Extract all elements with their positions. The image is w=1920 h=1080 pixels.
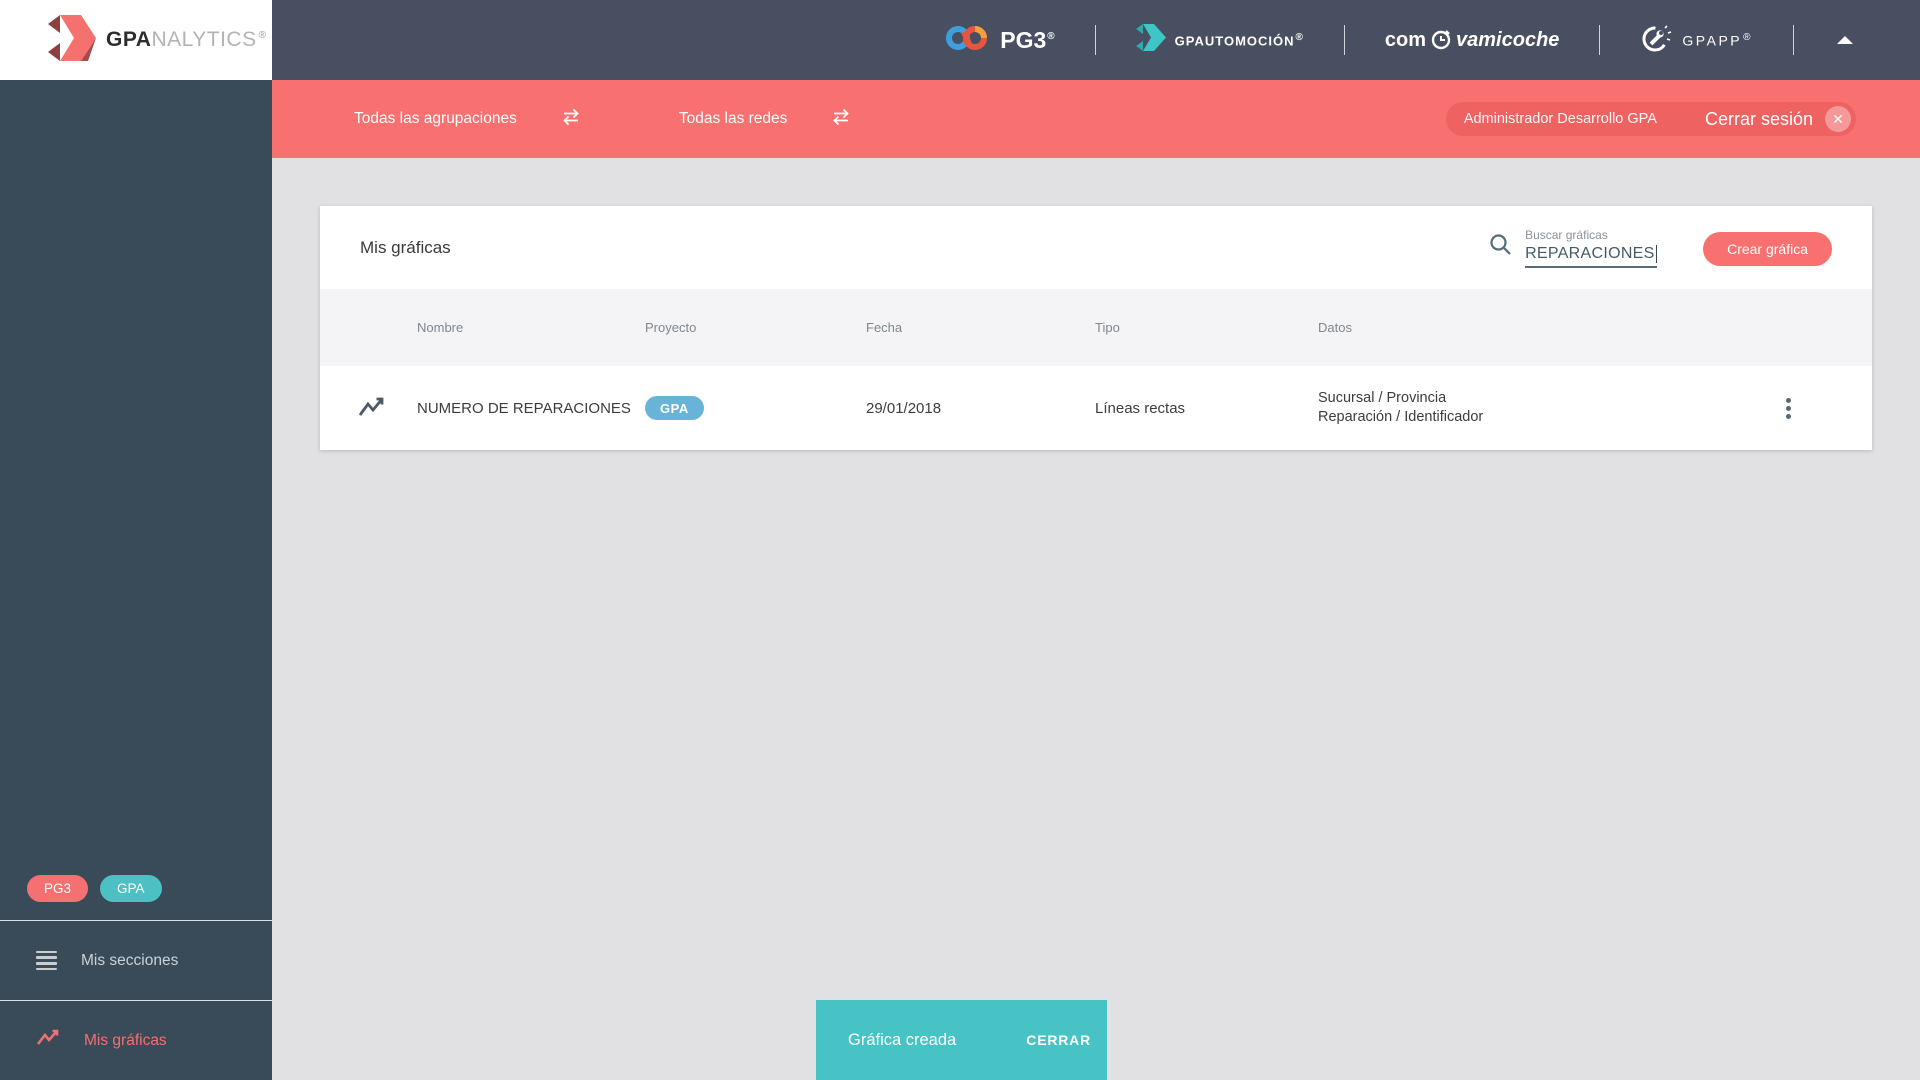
comprova-prefix: com — [1384, 28, 1427, 51]
table-row[interactable]: NUMERO DE REPARACIONES GPA 29/01/2018 Lí… — [320, 366, 1872, 450]
column-proyecto: Proyecto — [645, 320, 697, 335]
card-header: Mis gráficas Buscar gráficas REPARACIONE… — [320, 206, 1872, 289]
page-title: Mis gráficas — [360, 237, 451, 257]
badge-pg3[interactable]: PG3 — [27, 875, 89, 902]
gpautomocion-arrow-icon — [1135, 24, 1166, 56]
gpautomocion-label: GPAUTOMOCIÓN® — [1174, 31, 1304, 49]
column-fecha: Fecha — [866, 320, 903, 335]
sidebar-badges: PG3 GPA — [27, 875, 162, 902]
sidebar-item-label: Mis secciones — [81, 951, 179, 969]
sidebar-item-mis-graficas[interactable]: Mis gráficas — [0, 1000, 272, 1080]
groupings-label: Todas las agrupaciones — [354, 110, 517, 127]
comprova-suffix: vamicoche — [1456, 28, 1560, 51]
snackbar: Gráfica creada CERRAR — [816, 1000, 1107, 1080]
networks-filter[interactable]: Todas las redes — [679, 107, 854, 132]
user-name: Administrador Desarrollo GPA — [1463, 111, 1657, 127]
pg3-logo: PG3® — [944, 23, 1055, 58]
logout-button[interactable]: Cerrar sesión — [1705, 109, 1813, 130]
snackbar-message: Gráfica creada — [848, 1030, 957, 1049]
header-divider — [1599, 25, 1601, 55]
text-cursor — [1655, 244, 1658, 263]
column-tipo: Tipo — [1095, 320, 1120, 335]
header-divider — [1094, 25, 1096, 55]
card-header-actions: Buscar gráficas REPARACIONES Crear gráfi… — [1488, 228, 1832, 268]
groupings-filter[interactable]: Todas las agrupaciones — [354, 107, 583, 132]
list-icon — [36, 950, 57, 971]
gpanalytics-arrow-icon — [48, 14, 96, 66]
app-root: PG3® GPAUTOMOCIÓN® com vamicoche GPAPP® … — [0, 0, 1920, 1080]
cell-proyecto: GPA — [645, 396, 866, 420]
header-divider — [1793, 25, 1794, 55]
cell-actions — [1700, 397, 1872, 419]
datos-line-2: Reparación / Identificador — [1318, 409, 1484, 425]
collapse-header-button[interactable] — [1834, 32, 1856, 48]
column-nombre: Nombre — [417, 320, 464, 335]
badge-gpa[interactable]: GPA — [100, 875, 162, 902]
table-header: Nombre Proyecto Fecha Tipo Datos — [320, 289, 1872, 366]
datos-line-1: Sucursal / Provincia — [1318, 390, 1447, 406]
search-field-label: Buscar gráficas — [1525, 227, 1608, 242]
header-divider — [1343, 25, 1345, 55]
chevron-up-icon — [1837, 36, 1853, 44]
kebab-menu-icon[interactable] — [1786, 397, 1791, 419]
logout-close-icon[interactable]: ✕ — [1825, 106, 1851, 132]
gpautomocion-logo: GPAUTOMOCIÓN® — [1135, 24, 1304, 56]
networks-label: Todas las redes — [678, 110, 788, 127]
snackbar-close-button[interactable]: CERRAR — [1026, 1032, 1091, 1048]
clock-icon — [1426, 27, 1456, 54]
gpanalytics-label: GPANALYTICS ® — [106, 28, 267, 51]
gpapp-label: GPAPP® — [1682, 31, 1753, 49]
main-content: Mis gráficas Buscar gráficas REPARACIONE… — [272, 158, 1920, 1080]
sidebar-item-mis-secciones[interactable]: Mis secciones — [0, 920, 272, 1000]
gpapp-logo: GPAPP® — [1640, 22, 1753, 59]
search-input[interactable]: REPARACIONES — [1525, 244, 1658, 268]
sidebar-menu: Mis secciones Mis gráficas — [0, 920, 272, 1080]
graphs-card: Mis gráficas Buscar gráficas REPARACIONE… — [320, 206, 1872, 450]
column-datos: Datos — [1318, 320, 1352, 335]
top-header: PG3® GPAUTOMOCIÓN® com vamicoche GPAPP® — [0, 0, 1920, 80]
cell-nombre: NUMERO DE REPARACIONES — [417, 399, 631, 417]
search-input-value: REPARACIONES — [1525, 244, 1655, 262]
wrench-circle-icon — [1640, 22, 1672, 59]
sidebar-item-label: Mis gráficas — [84, 1031, 167, 1049]
session-pill: Administrador Desarrollo GPA Cerrar sesi… — [1445, 102, 1856, 136]
gpanalytics-logo: GPANALYTICS ® — [0, 0, 272, 80]
search-field: Buscar gráficas REPARACIONES — [1525, 227, 1658, 268]
project-badge: GPA — [645, 396, 704, 420]
search-icon[interactable] — [1488, 232, 1513, 262]
pg3-label: PG3® — [1000, 26, 1055, 53]
swap-icon[interactable] — [829, 107, 853, 132]
cell-datos: Sucursal / Provincia Reparación / Identi… — [1318, 389, 1700, 427]
row-chart-type-icon — [320, 396, 417, 420]
sidebar: PG3 GPA Mis secciones Mis gráficas — [0, 80, 272, 1080]
line-chart-icon — [36, 1028, 60, 1053]
cell-tipo: Líneas rectas — [1095, 399, 1186, 417]
pg3-infinity-icon — [944, 23, 990, 58]
swap-icon[interactable] — [559, 107, 583, 132]
filter-bar: Todas las agrupaciones Todas las redes A… — [272, 80, 1920, 158]
cell-fecha: 29/01/2018 — [866, 399, 942, 417]
create-graph-button[interactable]: Crear gráfica — [1703, 231, 1832, 266]
comprovamicoche-logo: com vamicoche — [1385, 27, 1560, 54]
header-logo-strip: PG3® GPAUTOMOCIÓN® com vamicoche GPAPP® — [944, 0, 1920, 80]
